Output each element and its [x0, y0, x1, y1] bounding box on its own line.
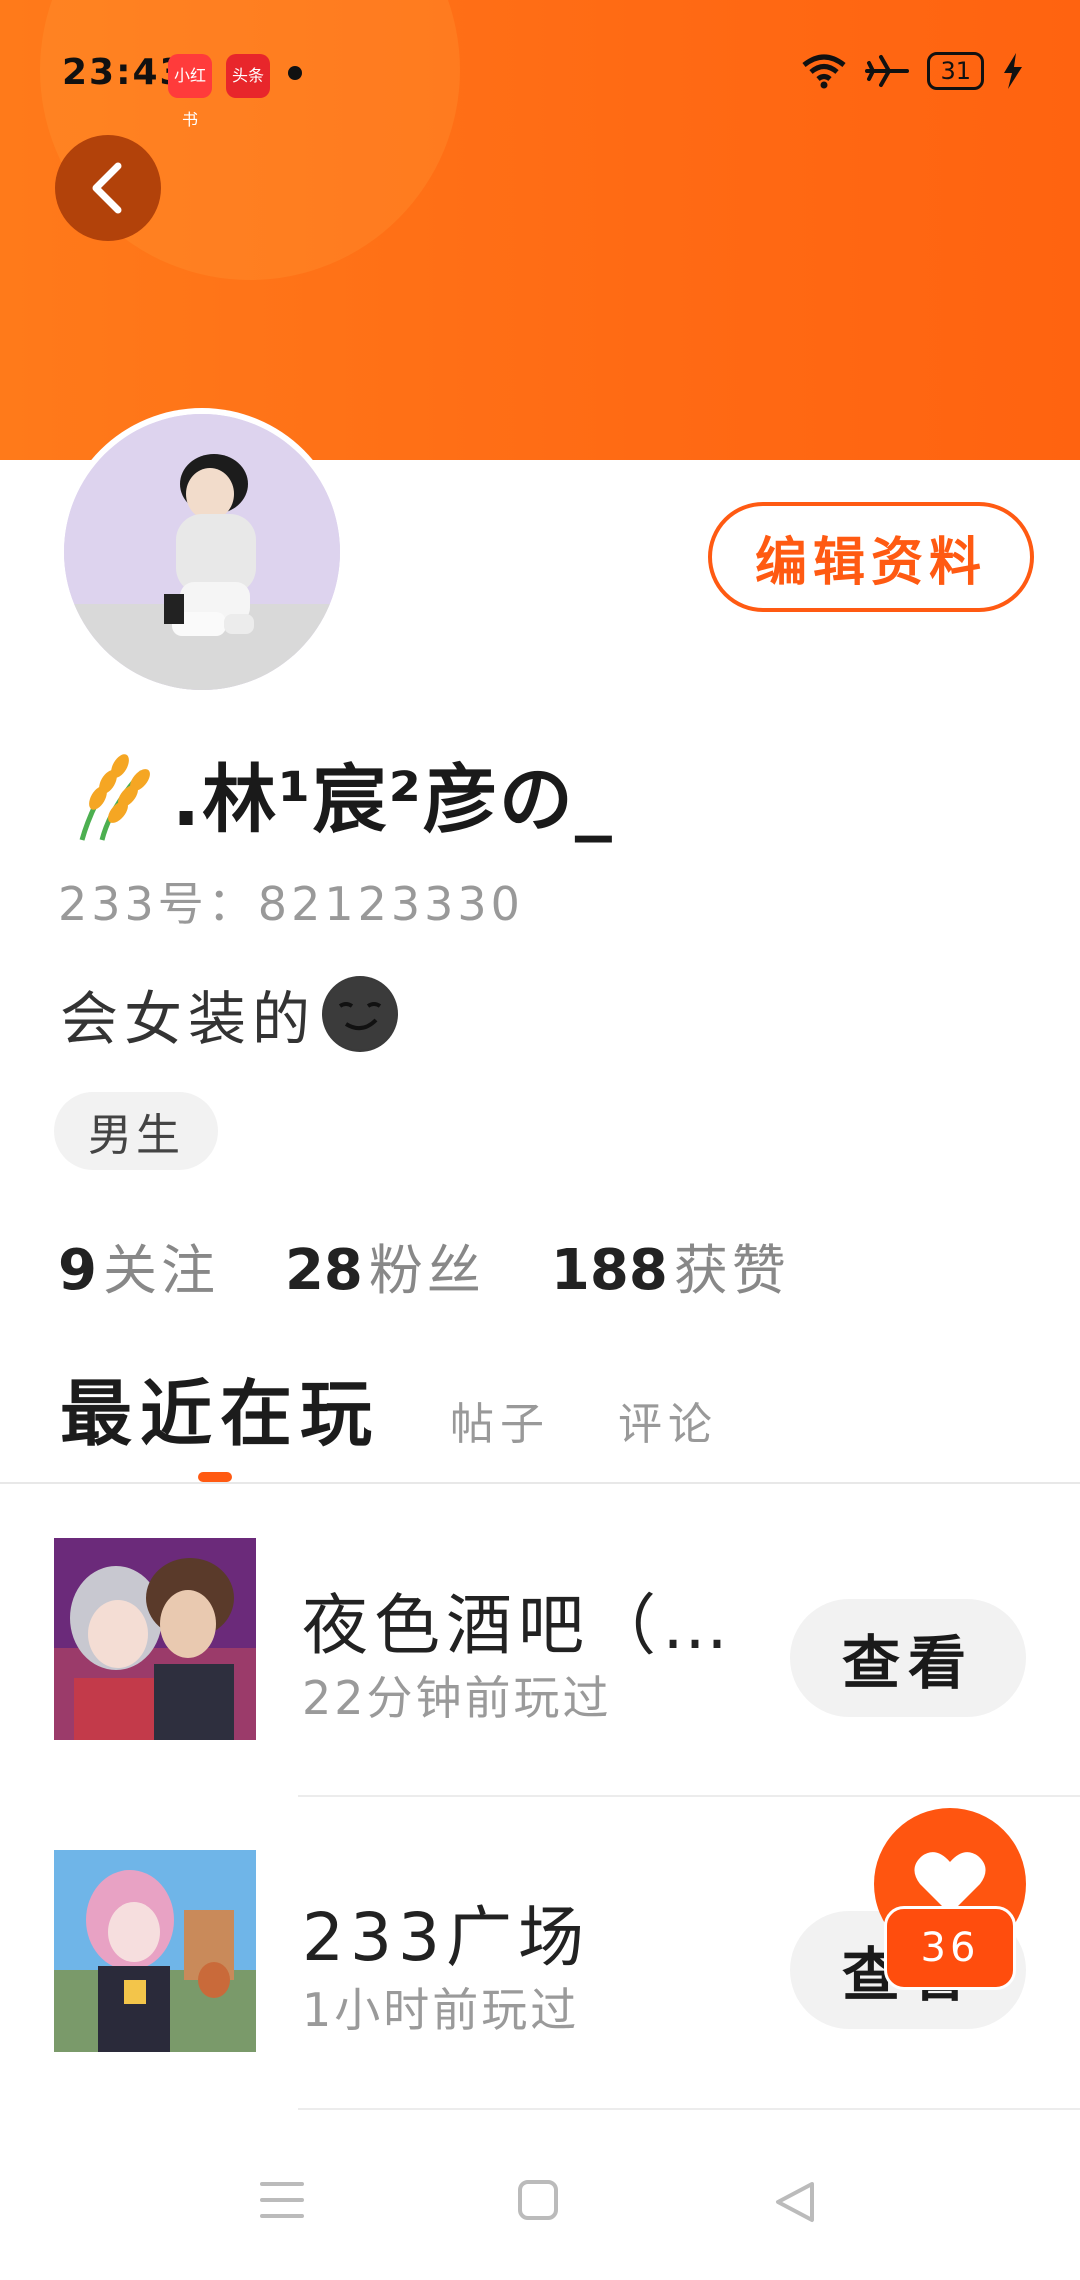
stat-likes[interactable]: 188 获赞 [551, 1226, 790, 1305]
view-game-button[interactable]: 查看 [790, 1599, 1026, 1717]
toutiao-notification-icon: 头条 [226, 54, 270, 98]
user-id[interactable]: 233号：82123330 [58, 868, 524, 934]
edit-profile-button[interactable]: 编辑资料 [708, 502, 1034, 612]
likes-count: 188 [550, 1238, 668, 1303]
status-icons: 31 [801, 52, 1024, 90]
tab-posts[interactable]: 帖子 [450, 1388, 550, 1452]
bio-row: 会女装的 [60, 972, 399, 1056]
stat-following[interactable]: 9 关注 [58, 1226, 219, 1305]
avatar[interactable] [58, 408, 346, 696]
xiaohongshu-notification-icon: 小红书 [168, 54, 212, 129]
like-count-badge[interactable]: 36 [884, 1906, 1016, 1990]
avatar-image [64, 414, 340, 690]
airplane-mode-icon [865, 55, 910, 87]
home-icon[interactable] [516, 2178, 560, 2222]
profile-stats: 9 关注 28 粉丝 188 获赞 [58, 1226, 856, 1305]
game-title: 233广场 [302, 1899, 590, 1976]
more-notifications-dot [288, 66, 302, 80]
following-label: 关注 [102, 1239, 219, 1302]
tab-comments[interactable]: 评论 [618, 1388, 718, 1452]
nickname-row: .林¹宸²彦の_ [62, 740, 614, 847]
following-count: 9 [58, 1238, 97, 1303]
gender-tag: 男生 [54, 1092, 218, 1170]
game-last-played: 1小时前玩过 [302, 1983, 580, 2037]
row-divider [298, 2108, 1080, 2110]
battery-indicator: 31 [927, 52, 984, 90]
smirk-emoji-icon [322, 976, 399, 1052]
game-thumbnail [54, 1538, 256, 1740]
followers-label: 粉丝 [368, 1239, 485, 1302]
tab-recently-played[interactable]: 最近在玩 [60, 1355, 380, 1460]
back-triangle-icon[interactable] [772, 2178, 818, 2226]
game-thumbnail [54, 1850, 256, 2052]
status-bar: 23:43 小红书 头条 31 [0, 0, 1080, 140]
profile-header-banner: 23:43 小红书 头条 31 [0, 0, 1080, 460]
chevron-left-icon [92, 162, 122, 214]
active-tab-indicator [198, 1472, 232, 1482]
back-button[interactable] [55, 135, 161, 241]
followers-count: 28 [284, 1238, 363, 1303]
game-last-played: 22分钟前玩过 [302, 1671, 612, 1725]
game-title: 夜色酒吧（… [302, 1587, 734, 1664]
stat-followers[interactable]: 28 粉丝 [285, 1226, 485, 1305]
wifi-icon [802, 54, 847, 89]
nickname: .林¹宸²彦の_ [172, 757, 614, 843]
system-nav-bar [0, 2120, 1080, 2280]
game-list-item[interactable]: 夜色酒吧（… 22分钟前玩过 查看 [0, 1484, 1080, 1796]
bio-text: 会女装的 [60, 985, 317, 1053]
wheat-badge-icon [79, 753, 150, 841]
menu-icon[interactable] [258, 2178, 306, 2222]
charging-bolt-icon [1004, 53, 1022, 89]
profile-tabs: 最近在玩 帖子 评论 [60, 1355, 786, 1460]
likes-label: 获赞 [673, 1239, 790, 1302]
